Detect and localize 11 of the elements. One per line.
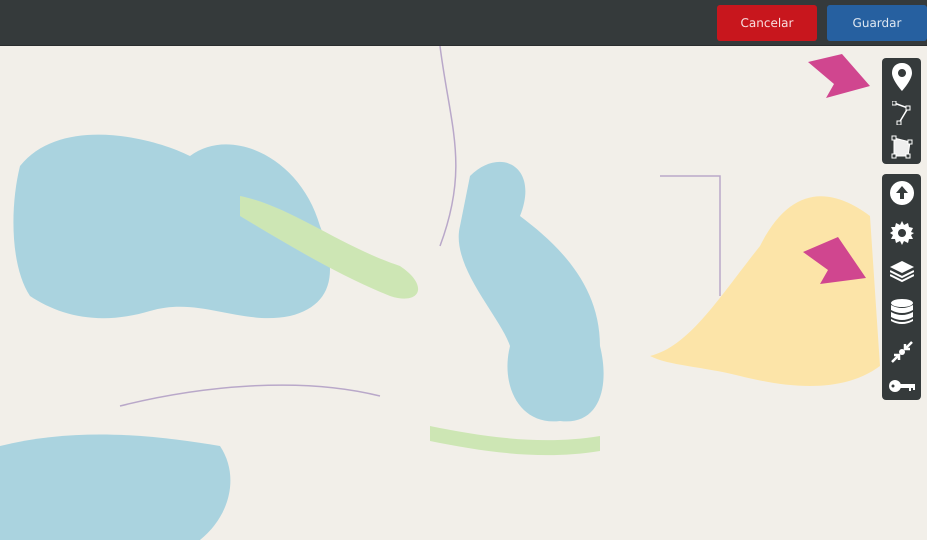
layers-icon[interactable] <box>890 261 914 283</box>
map-pin-icon[interactable] <box>892 63 912 91</box>
upload-icon[interactable] <box>890 181 914 205</box>
database-icon[interactable] <box>890 299 912 325</box>
cancel-button[interactable]: Cancelar <box>717 4 817 40</box>
save-button[interactable]: Guardar <box>827 4 927 40</box>
polygon-icon[interactable] <box>890 135 912 159</box>
collapse-arrows-icon[interactable] <box>890 341 914 363</box>
settings-icon[interactable] <box>890 221 914 245</box>
key-icon[interactable] <box>888 379 914 393</box>
polyline-icon[interactable] <box>892 101 912 125</box>
